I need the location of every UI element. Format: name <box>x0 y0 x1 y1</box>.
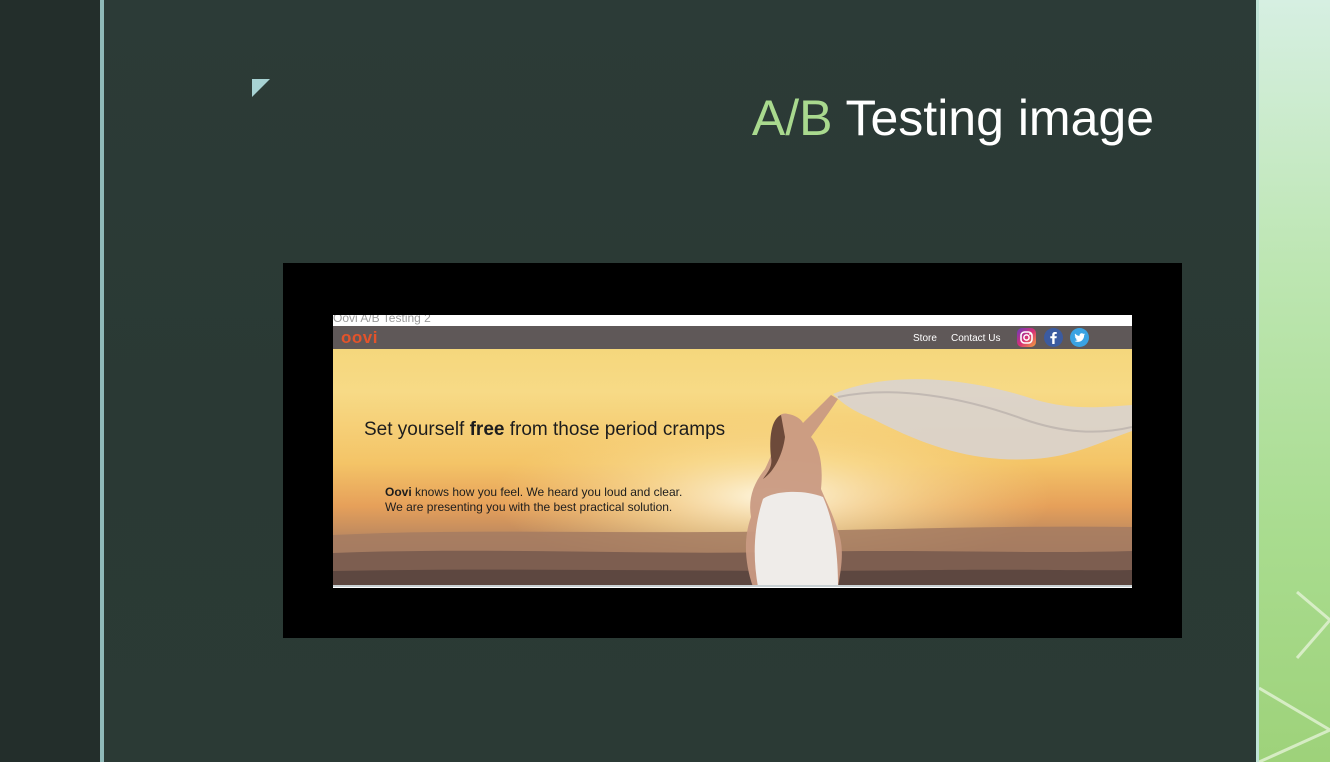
hero-photo-illustration <box>333 349 1132 587</box>
hero-headline-pre: Set yourself <box>364 419 470 440</box>
hero-banner: Set yourself free from those period cram… <box>333 349 1132 587</box>
hero-headline: Set yourself free from those period cram… <box>364 418 725 442</box>
slide-left-band <box>0 0 100 762</box>
corner-triangle-icon <box>252 79 270 97</box>
chevron-decoration-icon <box>1259 590 1330 762</box>
site-logo: oovi <box>341 328 378 347</box>
website-screenshot: Oovi A/B Testing 2 oovi Store Contact Us <box>333 315 1132 588</box>
slide-title: A/B Testing image <box>560 88 1154 148</box>
hero-sub-line2: We are presenting you with the best prac… <box>385 500 673 514</box>
hero-bottom-border <box>333 585 1132 587</box>
hero-sub-brand: Oovi <box>385 485 412 499</box>
instagram-icon <box>1017 328 1036 347</box>
hero-headline-post: from those period cramps <box>504 419 726 440</box>
slide-title-text: Testing image <box>832 90 1155 146</box>
site-navbar: oovi Store Contact Us <box>333 326 1132 349</box>
nav-store-link: Store <box>913 333 937 344</box>
hero-subtext: Oovi knows how you feel. We heard you lo… <box>385 485 682 515</box>
twitter-icon <box>1070 328 1089 347</box>
screenshot-caption: Oovi A/B Testing 2 <box>333 315 431 325</box>
slide-title-accent: A/B <box>751 90 833 146</box>
hero-sub-line1: knows how you feel. We heard you loud an… <box>411 485 683 499</box>
facebook-icon <box>1044 328 1063 347</box>
nav-contact-link: Contact Us <box>951 333 1001 344</box>
hero-headline-bold: free <box>469 419 505 440</box>
